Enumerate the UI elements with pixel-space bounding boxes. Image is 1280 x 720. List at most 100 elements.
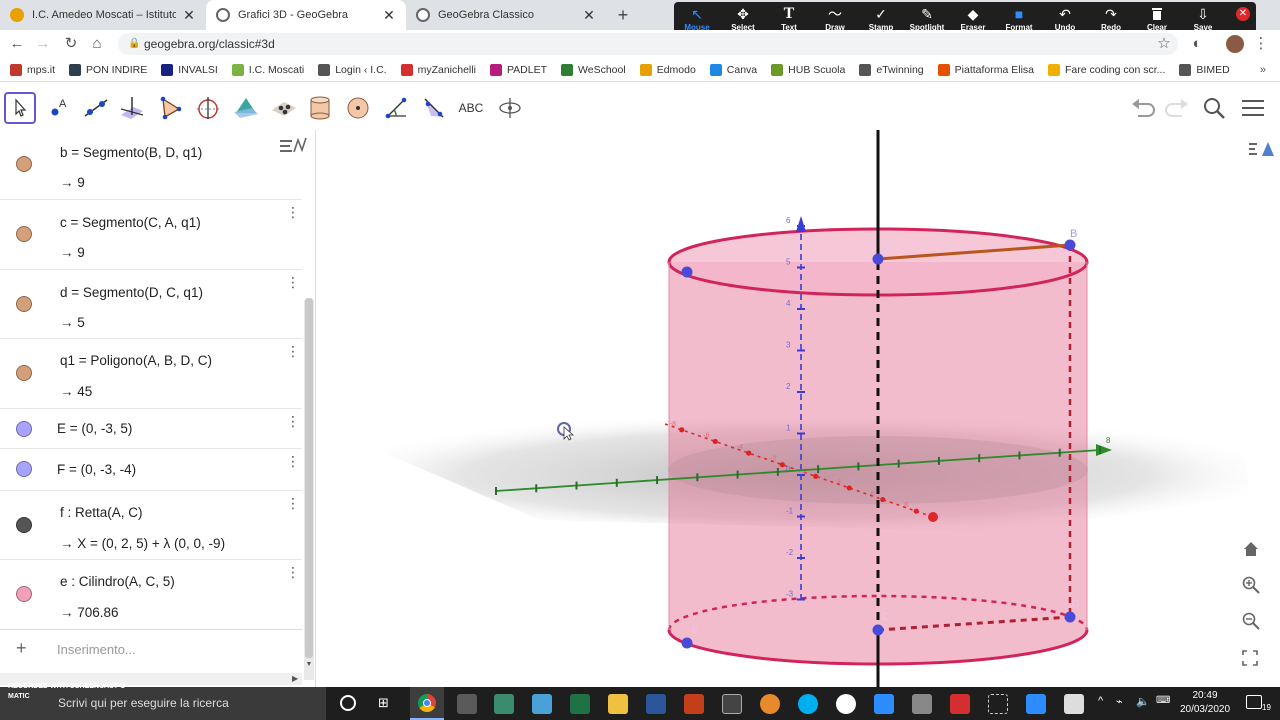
cortana-icon[interactable] [340, 695, 356, 711]
app-icon[interactable] [760, 694, 780, 714]
point-a[interactable] [872, 253, 884, 265]
point-f[interactable] [681, 637, 693, 649]
input-placeholder[interactable]: Inserimento... [57, 642, 136, 657]
cylinder-tool[interactable] [304, 92, 336, 124]
visibility-toggle[interactable] [16, 226, 32, 242]
line-tool[interactable] [80, 92, 112, 124]
bookmark-item[interactable]: Piattaforma Elisa [937, 63, 1034, 76]
algebra-row-d[interactable]: d = Segmento(D, C, q1) → 5 ⋮ [0, 270, 302, 339]
bookmark-item[interactable]: BIMED [1179, 63, 1230, 76]
polygon-tool[interactable] [154, 92, 186, 124]
move-tool[interactable] [4, 92, 36, 124]
point-c[interactable] [872, 624, 884, 636]
forward-icon[interactable]: → [34, 35, 52, 53]
visibility-toggle[interactable] [16, 365, 32, 381]
plane-tool[interactable] [268, 92, 300, 124]
bookmark-item[interactable]: PADLET [489, 63, 547, 76]
visibility-toggle[interactable] [16, 586, 32, 602]
bookmark-item[interactable]: Canva [709, 63, 757, 76]
scrollbar-thumb[interactable] [305, 298, 313, 658]
undo-button[interactable] [1128, 92, 1160, 124]
tab-moscati[interactable]: I.C. Amedeo Moscati – Istituto C ✕ [0, 0, 206, 30]
zoom-out-button[interactable] [1242, 612, 1262, 632]
back-icon[interactable]: ← [8, 35, 26, 53]
visibility-toggle[interactable] [16, 421, 32, 437]
algebra-row-e-cylinder[interactable]: e : Cilindro(A, C, 5) → 706.86 ⋮ [0, 560, 302, 629]
bookmark-item[interactable]: Login ‹ I.C. [318, 63, 387, 76]
search-button[interactable] [1198, 92, 1230, 124]
row-menu-icon[interactable]: ⋮ [286, 496, 300, 510]
new-tab-button[interactable]: + [612, 4, 634, 26]
network-icon[interactable]: ⌁ [1116, 695, 1123, 708]
zoom-meeting-icon[interactable] [1026, 694, 1046, 714]
bookmarks-overflow-icon[interactable]: » [1260, 64, 1266, 76]
algebra-row-c[interactable]: c = Segmento(C, A, q1) → 9 ⋮ [0, 200, 302, 270]
zoom-in-button[interactable] [1242, 576, 1262, 596]
scroll-down-icon[interactable]: ▼ [305, 661, 313, 669]
circle-tool[interactable] [192, 92, 224, 124]
sphere-tool[interactable] [342, 92, 374, 124]
algebra-definition[interactable]: q1 = Poligono(A, B, D, C) [60, 353, 212, 368]
point-b[interactable] [1064, 239, 1076, 251]
rotate-view-tool[interactable] [494, 92, 526, 124]
main-menu-button[interactable] [1237, 92, 1269, 124]
algebra-row-f-point[interactable]: F = (0, -3, -4) ⋮ [0, 449, 302, 491]
algebra-definition[interactable]: c = Segmento(C, A, q1) [60, 215, 201, 230]
visibility-toggle[interactable] [16, 517, 32, 533]
algebra-definition[interactable]: e : Cilindro(A, C, 5) [60, 574, 175, 589]
snipping-icon[interactable] [988, 694, 1008, 714]
word-icon[interactable] [646, 694, 666, 714]
bookmark-item[interactable]: myZanichelli [400, 63, 476, 76]
scroll-right-icon[interactable]: ▶ [292, 674, 298, 683]
intersect-surfaces-tool[interactable] [230, 92, 262, 124]
file-explorer-icon[interactable] [608, 694, 628, 714]
bookmark-item[interactable]: I.C. Moscati [231, 63, 304, 76]
home-icon[interactable]: ⌂ [88, 35, 106, 53]
algebra-definition[interactable]: F = (0, -3, -4) [57, 462, 136, 477]
redo-button[interactable] [1160, 92, 1192, 124]
close-icon[interactable]: ✕ [582, 7, 596, 24]
skype-icon[interactable] [798, 694, 818, 714]
app-icon[interactable] [912, 694, 932, 714]
row-menu-icon[interactable]: ⋮ [286, 344, 300, 358]
close-icon[interactable]: ✕ [382, 7, 396, 24]
tray-expand-icon[interactable]: ^ [1098, 695, 1103, 707]
algebra-definition[interactable]: f : Retta(A, C) [60, 505, 143, 520]
algebra-row-f-line[interactable]: f : Retta(A, C) → X = (0, 2, 5) + λ (0, … [0, 491, 302, 560]
url-field[interactable]: 🔒 geogebra.org/classic#3d [118, 33, 1178, 55]
avatar[interactable] [1226, 35, 1244, 53]
algebra-definition[interactable]: b = Segmento(B, D, q1) [60, 145, 202, 160]
visibility-toggle[interactable] [16, 461, 32, 477]
input-bar[interactable]: + Inserimento... [0, 629, 302, 669]
excel-icon[interactable] [570, 694, 590, 714]
app-icon[interactable] [532, 694, 552, 714]
browser-menu-icon[interactable]: ⋮ [1252, 35, 1270, 53]
volume-icon[interactable]: 🔈 [1136, 695, 1150, 708]
bookmark-item[interactable]: Fare coding con scr... [1048, 63, 1165, 76]
clock[interactable]: 20:49 20/03/2020 [1174, 689, 1236, 717]
acrobat-icon[interactable] [950, 694, 970, 714]
bookmark-item[interactable]: WeSchool [561, 63, 626, 76]
angle-tool[interactable] [380, 92, 412, 124]
visibility-toggle[interactable] [16, 156, 32, 172]
row-menu-icon[interactable]: ⋮ [286, 414, 300, 428]
star-icon[interactable]: ☆ [1155, 35, 1173, 53]
algebra-definition[interactable]: d = Segmento(D, C, q1) [60, 285, 203, 300]
row-menu-icon[interactable]: ⋮ [286, 205, 300, 219]
algebra-row-q1[interactable]: q1 = Poligono(A, B, D, C) → 45 ⋮ [0, 339, 302, 409]
photos-icon[interactable] [1064, 694, 1084, 714]
row-menu-icon[interactable]: ⋮ [286, 275, 300, 289]
text-tool[interactable]: ABC [456, 92, 486, 124]
powerpoint-icon[interactable] [684, 694, 704, 714]
bookmark-item[interactable]: Edmodo [639, 63, 696, 76]
algebra-definition[interactable]: E = (0, -3, 5) [57, 421, 132, 436]
row-menu-icon[interactable]: ⋮ [286, 454, 300, 468]
notification-icon[interactable] [1246, 695, 1262, 709]
add-icon[interactable]: + [16, 638, 27, 659]
visibility-toggle[interactable] [16, 296, 32, 312]
algebra-row-b[interactable]: b = Segmento(B, D, q1) → 9 [0, 130, 302, 200]
chrome-taskbar-button[interactable] [410, 687, 444, 720]
close-icon[interactable]: ✕ [182, 7, 196, 24]
bookmark-item[interactable]: eTwinning [859, 63, 924, 76]
point-e[interactable] [681, 266, 693, 278]
